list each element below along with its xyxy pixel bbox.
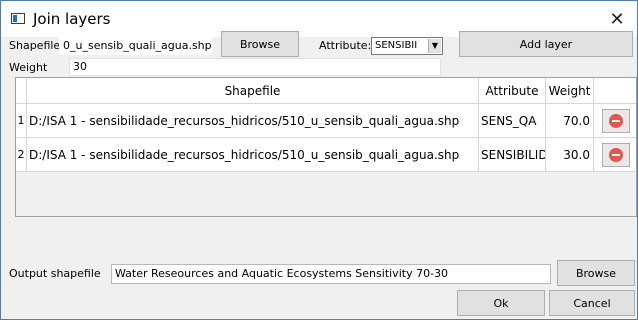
browse-shapefile-button[interactable]: Browse (221, 31, 299, 57)
join-layers-dialog: Join layers ✕ Shapefile 0_u_sensib_quali… (0, 0, 638, 320)
attribute-select-value: SENSIBII (375, 40, 418, 51)
output-shapefile-input[interactable]: Water Reseources and Aquatic Ecosystems … (111, 264, 551, 284)
column-header-shapefile[interactable]: Shapefile (27, 78, 479, 104)
table-cell-weight[interactable]: 70.0 (546, 104, 594, 138)
app-window-icon (11, 13, 25, 24)
table-cell-shapefile[interactable]: D:/ISA 1 - sensibilidade_recursos_hidric… (27, 104, 479, 138)
weight-label: Weight (9, 61, 48, 74)
shapefile-input[interactable]: 0_u_sensib_quali_agua.shp (59, 37, 212, 55)
window-title: Join layers (33, 10, 111, 28)
table-cell-attribute[interactable]: SENS_QA (479, 104, 546, 138)
output-shapefile-label: Output shapefile (9, 267, 101, 280)
cancel-button[interactable]: Cancel (549, 290, 635, 316)
table-cell-attribute[interactable]: SENSIBILID (479, 138, 546, 172)
table-cell-shapefile[interactable]: D:/ISA 1 - sensibilidade_recursos_hidric… (27, 138, 479, 172)
row-number: 1 (16, 104, 27, 138)
remove-row-button[interactable] (601, 142, 630, 167)
column-header-attribute[interactable]: Attribute (479, 78, 546, 104)
table-corner (16, 78, 27, 104)
shapefile-label: Shapefile (9, 39, 61, 52)
chevron-down-icon: ▼ (428, 39, 441, 53)
browse-output-button[interactable]: Browse (557, 260, 635, 286)
attribute-select[interactable]: SENSIBII ▼ (371, 37, 443, 55)
column-header-action (594, 78, 636, 104)
layers-table: Shapefile Attribute Weight 1 D:/ISA 1 - … (15, 77, 637, 217)
column-header-weight[interactable]: Weight (546, 78, 594, 104)
table-cell-action (594, 104, 636, 138)
table-cell-weight[interactable]: 30.0 (546, 138, 594, 172)
dialog-body: Shapefile 0_u_sensib_quali_agua.shp Brow… (1, 31, 637, 319)
remove-icon (608, 147, 623, 162)
ok-button[interactable]: Ok (457, 290, 545, 316)
attribute-label: Attribute: (319, 39, 372, 52)
row-number: 2 (16, 138, 27, 172)
table-cell-action (594, 138, 636, 172)
remove-icon (608, 113, 623, 128)
remove-row-button[interactable] (601, 108, 630, 133)
add-layer-button[interactable]: Add layer (459, 31, 633, 57)
weight-input[interactable]: 30 (69, 58, 441, 76)
